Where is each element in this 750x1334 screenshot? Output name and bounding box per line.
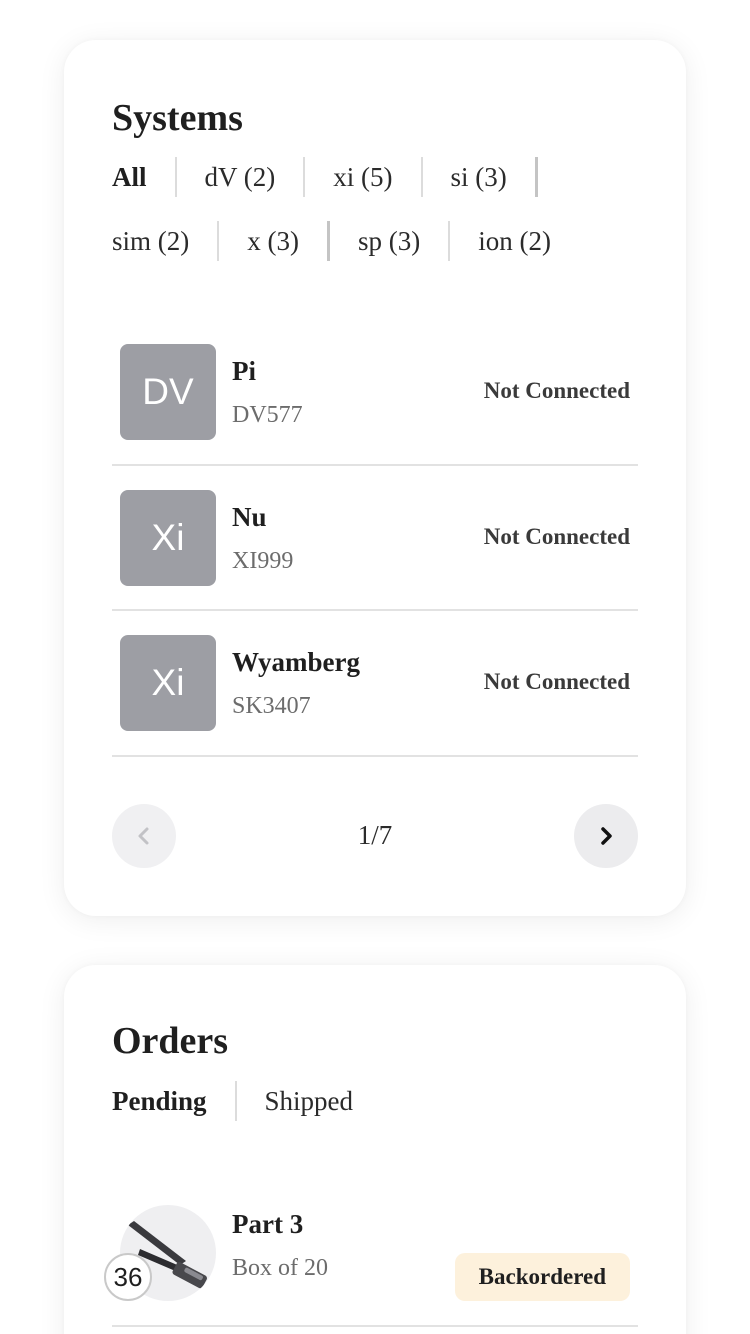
system-code: XI999 — [232, 547, 294, 574]
filter-tab-sim[interactable]: sim (2) — [112, 226, 189, 257]
filter-divider — [217, 221, 220, 261]
tab-pending[interactable]: Pending — [112, 1086, 207, 1117]
systems-pagination: 1/7 — [112, 804, 638, 870]
filter-tab-xi[interactable]: xi (5) — [333, 162, 392, 193]
filter-divider — [303, 157, 306, 197]
systems-filter-row-1: All dV (2) xi (5) si (3) — [112, 157, 566, 197]
orders-title: Orders — [112, 1020, 229, 1062]
filter-tab-dv[interactable]: dV (2) — [205, 162, 276, 193]
filter-divider — [420, 157, 423, 197]
filter-tab-all[interactable]: All — [112, 162, 147, 193]
system-code: SK3407 — [232, 693, 311, 719]
part-packaging: Box of 20 — [232, 1255, 328, 1281]
system-status: Not Connected — [483, 669, 630, 694]
system-avatar: Xi — [120, 635, 216, 731]
filter-tab-si[interactable]: si (3) — [451, 162, 507, 193]
quantity-badge: 36 — [104, 1253, 152, 1301]
system-name: Wyamberg — [232, 647, 360, 677]
systems-list: DV Pi DV577 Not Connected Xi Nu XI999 No… — [112, 320, 638, 757]
filter-divider — [326, 221, 330, 261]
system-name: Pi — [232, 356, 256, 386]
systems-filter-row-2: sim (2) x (3) sp (3) ion (2) — [112, 221, 551, 261]
tab-divider — [234, 1081, 237, 1121]
systems-title: Systems — [112, 97, 243, 139]
system-status: Not Connected — [483, 523, 630, 549]
system-status: Not Connected — [483, 378, 630, 403]
filter-divider — [174, 157, 177, 197]
filter-divider — [448, 221, 451, 261]
filter-tab-x[interactable]: x (3) — [247, 226, 299, 257]
orders-tabs: Pending Shipped — [112, 1081, 353, 1121]
system-code: DV577 — [232, 402, 303, 428]
filter-tab-ion[interactable]: ion (2) — [478, 226, 551, 257]
order-status-badge: Backordered — [454, 1253, 630, 1301]
chevron-right-icon — [601, 827, 612, 845]
page-indicator: 1/7 — [357, 820, 393, 850]
order-list-item[interactable]: 36 Part 3 Box of 20 Backordered — [104, 1203, 638, 1327]
system-list-item[interactable]: DV Pi DV577 Not Connected — [112, 320, 638, 466]
system-avatar: DV — [120, 344, 216, 440]
system-list-item[interactable]: Xi Wyamberg SK3407 Not Connected — [112, 611, 638, 757]
next-page-button[interactable] — [574, 804, 638, 868]
systems-card: Systems All dV (2) xi (5) si (3) sim (2)… — [64, 40, 686, 916]
system-list-item[interactable]: Xi Nu XI999 Not Connected — [112, 466, 638, 611]
system-name: Nu — [232, 501, 267, 532]
part-name: Part 3 — [232, 1209, 304, 1239]
system-avatar: Xi — [120, 489, 216, 586]
orders-card: Orders Pending Shipped 36 Part 3 Box of … — [64, 965, 686, 1334]
tab-shipped[interactable]: Shipped — [265, 1086, 354, 1117]
filter-tab-sp[interactable]: sp (3) — [358, 226, 420, 257]
filter-divider — [534, 157, 538, 197]
